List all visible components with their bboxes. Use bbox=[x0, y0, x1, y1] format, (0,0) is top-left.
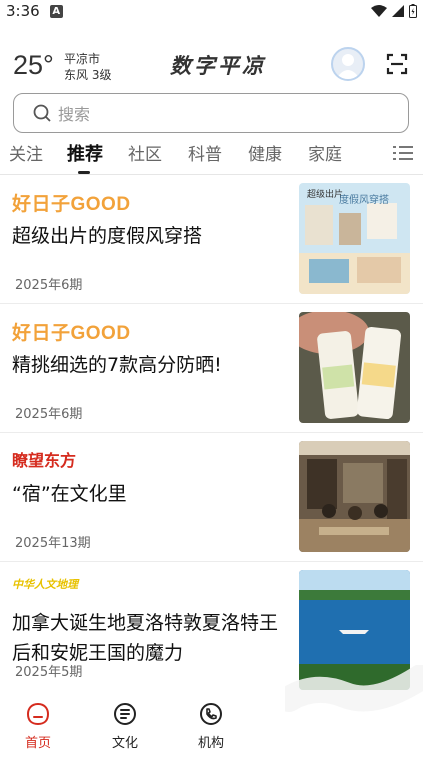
app-notification-icon: A bbox=[49, 4, 63, 18]
thumbnail-image bbox=[299, 570, 410, 690]
signal-icon bbox=[392, 5, 404, 17]
article-thumbnail bbox=[299, 312, 410, 423]
article-issue-date: 2025年6期 bbox=[15, 278, 83, 293]
nav-culture[interactable]: 文化 bbox=[95, 702, 155, 751]
thumbnail-image: 超级出片 度假风穿搭 bbox=[299, 183, 410, 294]
tab-menu-icon[interactable] bbox=[393, 144, 413, 162]
tab-health[interactable]: 健康 bbox=[248, 140, 282, 165]
article-title: 加拿大诞生地夏洛特敦夏洛特王后和安妮王国的魔力 bbox=[12, 612, 279, 664]
article-source: 好日子GOOD bbox=[12, 194, 131, 215]
article-card[interactable]: 好日子GOOD 精挑细选的7款高分防晒! 2025年6期 bbox=[0, 304, 423, 433]
tab-community[interactable]: 社区 bbox=[128, 140, 162, 165]
article-source: 中华人文地理 bbox=[12, 578, 78, 591]
top-header: 25° 平凉市 东风 3级 数字平凉 bbox=[0, 40, 423, 90]
bottom-navigation: 首页 文化 机构 bbox=[0, 690, 423, 762]
status-time: 3:36 bbox=[6, 2, 40, 20]
svg-text:超级出片: 超级出片 bbox=[307, 188, 343, 200]
nav-culture-label: 文化 bbox=[111, 736, 138, 751]
svg-text:度假风穿搭: 度假风穿搭 bbox=[339, 193, 389, 206]
article-card[interactable]: 好日子GOOD 超级出片的度假风穿搭 2025年6期 超级出片 度假风穿搭 bbox=[0, 175, 423, 304]
article-issue-date: 2025年13期 bbox=[15, 536, 91, 551]
nav-institutions[interactable]: 机构 bbox=[181, 702, 241, 751]
tab-science[interactable]: 科普 bbox=[188, 140, 222, 165]
article-feed: 好日子GOOD 超级出片的度假风穿搭 2025年6期 超级出片 度假风穿搭 好日… bbox=[0, 175, 423, 690]
phone-icon bbox=[200, 703, 222, 725]
nav-home[interactable]: 首页 bbox=[8, 702, 68, 751]
book-icon bbox=[114, 703, 136, 725]
weather-wind[interactable]: 东风 3级 bbox=[64, 66, 111, 83]
search-input[interactable]: 搜索 bbox=[13, 93, 409, 133]
tab-family[interactable]: 家庭 bbox=[308, 140, 342, 165]
article-thumbnail bbox=[299, 441, 410, 552]
article-thumbnail bbox=[299, 570, 410, 690]
status-indicators bbox=[371, 4, 417, 18]
status-bar: 3:36 A bbox=[0, 0, 423, 22]
article-card[interactable]: 中华人文地理 加拿大诞生地夏洛特敦夏洛特王后和安妮王国的魔力 2025年5期 bbox=[0, 562, 423, 690]
wifi-icon bbox=[371, 5, 387, 17]
home-icon bbox=[26, 702, 50, 726]
nav-institutions-label: 机构 bbox=[197, 736, 224, 751]
article-title: “宿”在文化里 bbox=[12, 483, 127, 505]
article-thumbnail: 超级出片 度假风穿搭 bbox=[299, 183, 410, 294]
scan-icon[interactable] bbox=[385, 52, 409, 76]
article-card[interactable]: 瞭望东方 “宿”在文化里 2025年13期 bbox=[0, 433, 423, 562]
article-title: 精挑细选的7款高分防晒! bbox=[12, 354, 222, 376]
article-issue-date: 2025年5期 bbox=[15, 665, 83, 680]
nav-home-label: 首页 bbox=[24, 736, 51, 751]
article-source: 好日子GOOD bbox=[12, 323, 131, 344]
user-avatar[interactable] bbox=[331, 47, 365, 81]
search-placeholder: 搜索 bbox=[58, 105, 91, 124]
weather-temperature[interactable]: 25° bbox=[13, 50, 54, 81]
thumbnail-image bbox=[299, 312, 410, 423]
battery-icon bbox=[409, 4, 417, 18]
category-tabs: 关注 推荐 社区 科普 健康 家庭 bbox=[0, 138, 423, 174]
thumbnail-image bbox=[299, 441, 410, 552]
article-issue-date: 2025年6期 bbox=[15, 407, 83, 422]
avatar-placeholder-icon bbox=[336, 54, 360, 79]
weather-city[interactable]: 平凉市 bbox=[64, 50, 100, 67]
article-source: 瞭望东方 bbox=[12, 451, 77, 470]
app-title-logo: 数字平凉 bbox=[170, 53, 266, 78]
tab-follow[interactable]: 关注 bbox=[9, 140, 43, 165]
article-title: 超级出片的度假风穿搭 bbox=[12, 225, 203, 247]
tab-recommend[interactable]: 推荐 bbox=[67, 140, 103, 166]
search-icon bbox=[33, 104, 51, 122]
